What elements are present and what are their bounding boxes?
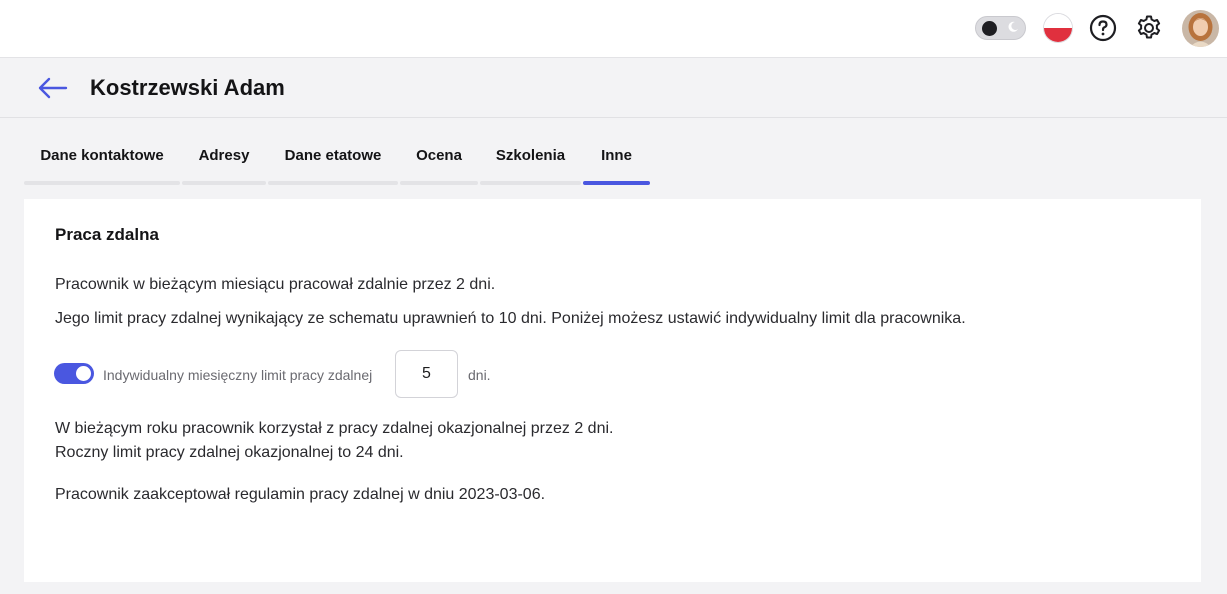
remote-work-card: Praca zdalna Pracownik w bieżącym miesią… — [24, 199, 1201, 582]
page-title: Kostrzewski Adam — [90, 75, 285, 100]
theme-toggle[interactable] — [975, 16, 1026, 40]
section-heading: Praca zdalna — [55, 225, 159, 244]
tab-dane-etatowe[interactable]: Dane etatowe — [268, 134, 398, 185]
page-header: Kostrzewski Adam — [0, 58, 1227, 118]
remote-days-text: Pracownik w bieżącym miesiącu pracował z… — [55, 276, 496, 293]
individual-limit-toggle[interactable] — [54, 363, 94, 384]
language-flag-pl-icon[interactable] — [1044, 14, 1072, 42]
help-icon[interactable] — [1089, 14, 1117, 42]
tab-dane-kontaktowe[interactable]: Dane kontaktowe — [24, 134, 180, 185]
regulations-text: Pracownik zaakceptował regulamin pracy z… — [55, 486, 546, 503]
moon-icon — [1008, 21, 1018, 32]
arrow-left-icon[interactable] — [36, 75, 68, 101]
tab-szkolenia[interactable]: Szkolenia — [480, 134, 581, 185]
individual-limit-label: Indywidualny miesięczny limit pracy zdal… — [103, 367, 373, 383]
toggle-knob — [76, 366, 91, 381]
limit-days-input[interactable] — [395, 350, 458, 398]
occasional-limit-text: Roczny limit pracy zdalnej okazjonalnej … — [55, 444, 404, 461]
limit-unit-label: dni. — [468, 367, 491, 383]
tab-ocena[interactable]: Ocena — [400, 134, 478, 185]
remote-limit-text: Jego limit pracy zdalnej wynikający ze s… — [55, 310, 966, 327]
toggle-knob — [982, 21, 997, 36]
tab-adresy[interactable]: Adresy — [182, 134, 266, 185]
occasional-days-text: W bieżącym roku pracownik korzystał z pr… — [55, 420, 614, 437]
gear-icon[interactable] — [1135, 14, 1163, 42]
tab-inne[interactable]: Inne — [583, 134, 650, 185]
top-bar — [0, 0, 1227, 58]
user-avatar[interactable] — [1182, 10, 1219, 47]
